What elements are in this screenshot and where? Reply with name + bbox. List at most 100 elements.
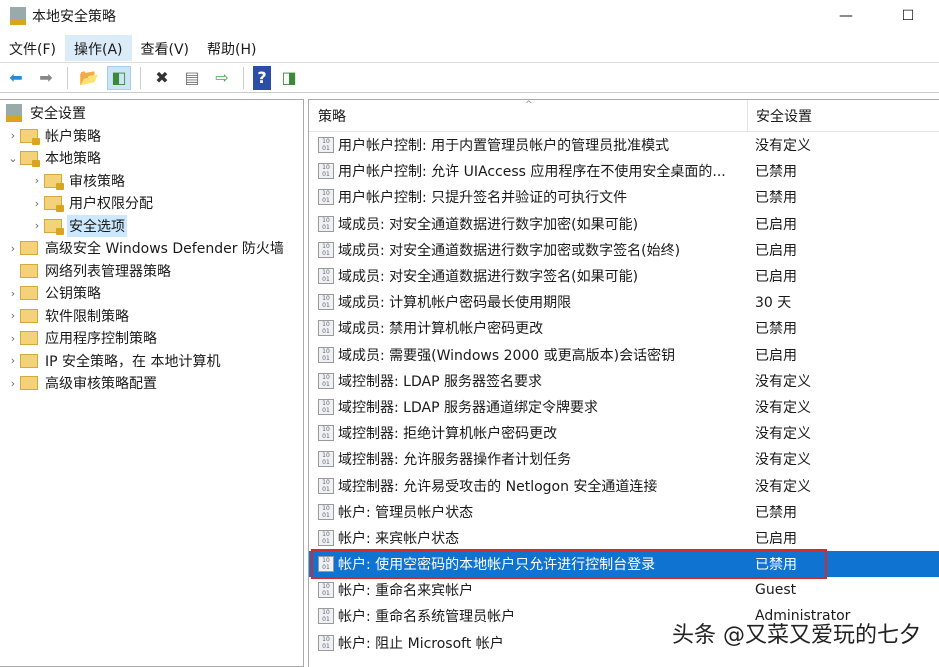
tree-item[interactable]: ›用户权限分配 xyxy=(0,192,303,215)
policy-name: 域控制器: LDAP 服务器通道绑定令牌要求 xyxy=(338,397,755,417)
table-row[interactable]: 1001域控制器: 允许服务器操作者计划任务没有定义 xyxy=(309,446,939,472)
back-icon[interactable]: ⬅ xyxy=(4,66,28,90)
maximize-button[interactable]: ☐ xyxy=(877,0,939,32)
expand-arrow-icon[interactable]: › xyxy=(6,354,20,367)
tree-item[interactable]: ›审核策略 xyxy=(0,170,303,193)
expand-arrow-icon[interactable]: ⌄ xyxy=(6,152,20,165)
tree-item[interactable]: ›帐户策略 xyxy=(0,125,303,148)
app-icon xyxy=(10,7,26,25)
tree-item-label: 公钥策略 xyxy=(43,282,103,304)
tree-item[interactable]: ›高级审核策略配置 xyxy=(0,372,303,395)
folder-icon xyxy=(44,219,62,233)
table-row[interactable]: 1001域成员: 计算机帐户密码最长使用期限30 天 xyxy=(309,289,939,315)
tree-item[interactable]: › 软件限制策略 xyxy=(0,305,303,328)
policy-name: 帐户: 重命名来宾帐户 xyxy=(338,580,755,600)
tree-item[interactable]: › 公钥策略 xyxy=(0,282,303,305)
tree-item[interactable]: ›高级安全 Windows Defender 防火墙 xyxy=(0,237,303,260)
tree-item[interactable]: 安全设置 xyxy=(0,102,303,125)
action-pane-icon[interactable]: ◨ xyxy=(277,66,301,90)
table-row[interactable]: 1001域控制器: LDAP 服务器签名要求没有定义 xyxy=(309,368,939,394)
policy-icon: 1001 xyxy=(318,582,334,598)
expand-arrow-icon[interactable]: › xyxy=(30,197,44,210)
policy-setting: 已禁用 xyxy=(755,161,797,181)
policy-icon: 1001 xyxy=(318,504,334,520)
tree-item[interactable]: › 应用程序控制策略 xyxy=(0,327,303,350)
expand-arrow-icon[interactable]: › xyxy=(6,129,20,142)
tree-item[interactable]: ⌄本地策略 xyxy=(0,147,303,170)
tree-item[interactable]: ›IP 安全策略，在 本地计算机 xyxy=(0,350,303,373)
table-row[interactable]: 1001域成员: 对安全通道数据进行数字签名(如果可能)已启用 xyxy=(309,263,939,289)
expand-arrow-icon[interactable]: › xyxy=(6,242,20,255)
column-header-setting[interactable]: 安全设置 xyxy=(747,100,812,131)
table-row[interactable]: 1001域控制器: 允许易受攻击的 Netlogon 安全通道连接没有定义 xyxy=(309,472,939,498)
table-row[interactable]: 1001域成员: 需要强(Windows 2000 或更高版本)会话密钥已启用 xyxy=(309,342,939,368)
policy-icon: 1001 xyxy=(318,189,334,205)
policy-setting: 已禁用 xyxy=(755,187,797,207)
properties-icon[interactable]: ▤ xyxy=(180,66,204,90)
forward-icon[interactable]: ➡ xyxy=(34,66,58,90)
tree-item-label: 应用程序控制策略 xyxy=(43,327,159,349)
policy-icon: 1001 xyxy=(318,163,334,179)
expand-arrow-icon[interactable]: › xyxy=(30,219,44,232)
policy-name: 用户帐户控制: 用于内置管理员帐户的管理员批准模式 xyxy=(338,135,755,155)
minimize-button[interactable]: — xyxy=(815,0,877,32)
expand-arrow-icon[interactable]: › xyxy=(6,332,20,345)
tree-item[interactable]: 网络列表管理器策略 xyxy=(0,260,303,283)
policy-icon: 1001 xyxy=(318,268,334,284)
tree-item-label: 软件限制策略 xyxy=(43,305,131,327)
sort-indicator-icon: ^ xyxy=(525,100,533,110)
up-folder-icon[interactable]: 📂 xyxy=(77,66,101,90)
table-row[interactable]: 1001域控制器: LDAP 服务器通道绑定令牌要求没有定义 xyxy=(309,394,939,420)
table-row[interactable]: 1001用户帐户控制: 用于内置管理员帐户的管理员批准模式没有定义 xyxy=(309,132,939,158)
help-icon[interactable]: ? xyxy=(253,66,271,90)
policy-name: 帐户: 使用空密码的本地帐户只允许进行控制台登录 xyxy=(338,554,755,574)
expand-arrow-icon[interactable]: › xyxy=(6,377,20,390)
policy-name: 域成员: 计算机帐户密码最长使用期限 xyxy=(338,292,755,312)
policy-icon: 1001 xyxy=(318,451,334,467)
show-hide-tree-icon[interactable]: ◧ xyxy=(107,66,131,90)
table-row[interactable]: 1001帐户: 管理员帐户状态已禁用 xyxy=(309,499,939,525)
policy-name: 域成员: 禁用计算机帐户密码更改 xyxy=(338,318,755,338)
export-list-icon[interactable]: ⇨ xyxy=(210,66,234,90)
tree-item-label: 安全选项 xyxy=(67,215,127,237)
policy-icon: 1001 xyxy=(318,425,334,441)
table-row[interactable]: 1001域成员: 对安全通道数据进行数字加密(如果可能)已启用 xyxy=(309,211,939,237)
policy-name: 域成员: 对安全通道数据进行数字加密或数字签名(始终) xyxy=(338,240,755,260)
table-row[interactable]: 1001帐户: 使用空密码的本地帐户只允许进行控制台登录已禁用 xyxy=(309,551,939,577)
policy-icon: 1001 xyxy=(318,320,334,336)
folder-icon xyxy=(20,264,38,278)
table-row[interactable]: 1001域控制器: 拒绝计算机帐户密码更改没有定义 xyxy=(309,420,939,446)
policy-name: 域成员: 对安全通道数据进行数字加密(如果可能) xyxy=(338,214,755,234)
policy-icon: 1001 xyxy=(318,608,334,624)
menu-help[interactable]: 帮助(H) xyxy=(198,35,265,61)
expand-arrow-icon[interactable]: › xyxy=(6,287,20,300)
table-row[interactable]: 1001域成员: 禁用计算机帐户密码更改已禁用 xyxy=(309,315,939,341)
table-row[interactable]: 1001用户帐户控制: 允许 UIAccess 应用程序在不使用安全桌面的...… xyxy=(309,158,939,184)
policy-icon: 1001 xyxy=(318,347,334,363)
menu-action[interactable]: 操作(A) xyxy=(65,35,132,61)
delete-icon[interactable]: ✖ xyxy=(150,66,174,90)
table-row[interactable]: 1001域成员: 对安全通道数据进行数字加密或数字签名(始终)已启用 xyxy=(309,237,939,263)
policy-name: 域控制器: 允许易受攻击的 Netlogon 安全通道连接 xyxy=(338,476,755,496)
toolbar-separator xyxy=(67,67,68,89)
policy-setting: 已启用 xyxy=(755,528,797,548)
policy-name: 帐户: 来宾帐户状态 xyxy=(338,528,755,548)
expand-arrow-icon[interactable]: › xyxy=(6,309,20,322)
table-row[interactable]: 1001帐户: 重命名来宾帐户Guest xyxy=(309,577,939,603)
menu-view[interactable]: 查看(V) xyxy=(132,35,199,61)
watermark: 头条 @又菜又爱玩的七夕 xyxy=(672,617,921,649)
toolbar-separator xyxy=(140,67,141,89)
menu-file[interactable]: 文件(F) xyxy=(0,35,65,61)
tree-item[interactable]: › 安全选项 xyxy=(0,215,303,238)
security-settings-icon xyxy=(6,104,22,122)
policy-icon: 1001 xyxy=(318,556,334,572)
folder-icon xyxy=(20,151,38,165)
policy-name: 帐户: 管理员帐户状态 xyxy=(338,502,755,522)
folder-icon xyxy=(20,354,38,368)
policy-name: 用户帐户控制: 允许 UIAccess 应用程序在不使用安全桌面的... xyxy=(338,161,755,181)
folder-icon xyxy=(20,309,38,323)
table-row[interactable]: 1001帐户: 来宾帐户状态已启用 xyxy=(309,525,939,551)
expand-arrow-icon[interactable]: › xyxy=(30,174,44,187)
menu-bar: 文件(F) 操作(A) 查看(V) 帮助(H) xyxy=(0,35,939,61)
table-row[interactable]: 1001用户帐户控制: 只提升签名并验证的可执行文件已禁用 xyxy=(309,184,939,210)
